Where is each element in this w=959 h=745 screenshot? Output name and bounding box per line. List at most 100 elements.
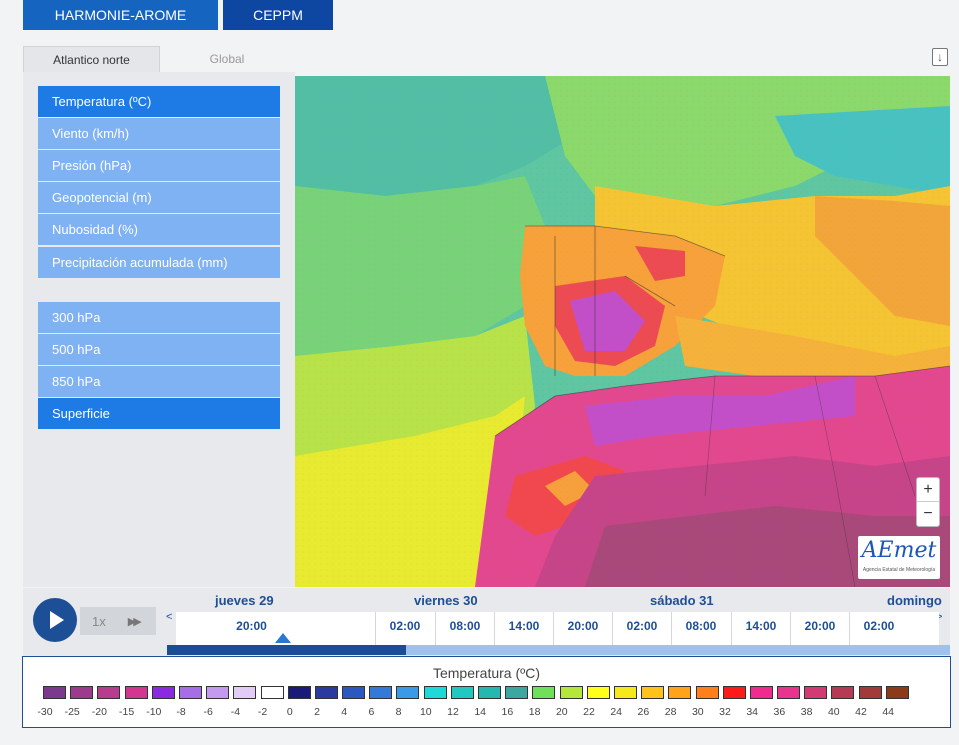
legend-swatch	[885, 686, 909, 699]
legend-label: 6	[368, 706, 375, 718]
legend-label: 28	[664, 706, 677, 718]
legend-label: 32	[719, 706, 731, 718]
legend-label: 0	[286, 706, 293, 718]
speed-label: 1x	[92, 613, 106, 629]
logo-subtitle: Agencia Estatal de Meteorología	[862, 567, 936, 573]
progress-fill	[167, 645, 406, 655]
legend-swatch	[749, 686, 773, 699]
legend-label: -10	[146, 706, 162, 718]
tab-global[interactable]: Global	[162, 46, 292, 72]
current-time-marker[interactable]	[275, 633, 291, 643]
model-button-harmonie-arome[interactable]: HARMONIE-AROME	[23, 0, 218, 30]
legend-swatch	[43, 686, 66, 699]
tab-atlantico-norte[interactable]: Atlantico norte	[23, 46, 160, 72]
time-tick[interactable]: 08:00	[671, 612, 730, 645]
legend-label: -20	[91, 706, 107, 718]
day-label: domingo	[887, 593, 942, 608]
legend-swatch	[206, 686, 230, 699]
legend-label: 40	[827, 706, 840, 718]
legend-swatch	[151, 686, 175, 699]
variable-item[interactable]: Presión (hPa)	[38, 150, 280, 181]
legend-label: 2	[314, 706, 320, 718]
legend-swatch	[532, 686, 556, 699]
variable-item[interactable]: Precipitación acumulada (mm)	[38, 247, 280, 278]
variable-item[interactable]: Nubosidad (%)	[38, 214, 280, 245]
variable-item[interactable]: Temperatura (ºC)	[38, 86, 280, 117]
time-tick[interactable]: 08:00	[435, 612, 494, 645]
legend-label: -6	[203, 706, 213, 718]
legend-swatch	[668, 686, 692, 699]
legend-swatch	[178, 686, 202, 699]
legend-label: 30	[691, 706, 704, 718]
speed-control[interactable]: 1x ▶▶	[80, 607, 156, 635]
legend-swatch	[369, 686, 393, 699]
time-tick[interactable]: 02:00	[375, 612, 434, 645]
level-item[interactable]: 300 hPa	[38, 302, 280, 333]
timeline-prev-icon[interactable]: <	[166, 611, 172, 623]
zoom-out-button[interactable]: −	[917, 502, 939, 526]
variable-panel: Temperatura (ºC) Viento (km/h) Presión (hP…	[23, 72, 295, 587]
level-item[interactable]: 850 hPa	[38, 366, 280, 397]
legend-swatch	[342, 686, 366, 699]
legend-swatches	[43, 686, 913, 700]
legend-swatch	[559, 686, 583, 699]
legend-swatch	[804, 686, 828, 699]
legend-label: 10	[419, 706, 432, 718]
weather-map[interactable]	[295, 76, 950, 587]
legend-swatch	[233, 686, 257, 699]
time-tick[interactable]: 02:00	[849, 612, 908, 645]
legend-label: -2	[257, 706, 268, 718]
model-button-ceppm[interactable]: CEPPM	[223, 0, 333, 30]
legend-label: 18	[528, 706, 541, 718]
download-icon[interactable]: ↓	[932, 48, 948, 66]
time-tick[interactable]: 14:00	[494, 612, 553, 645]
legend-label: 12	[447, 706, 459, 718]
time-tick[interactable]: 02:00	[612, 612, 671, 645]
time-tick[interactable]: 20:00	[553, 612, 612, 645]
fast-forward-icon[interactable]: ▶▶	[128, 615, 142, 628]
legend-swatch	[641, 686, 665, 699]
legend-swatch	[777, 686, 801, 699]
day-label: sábado 31	[650, 593, 714, 608]
legend-swatch	[287, 686, 311, 699]
variable-item[interactable]: Geopotencial (m)	[38, 182, 280, 213]
legend-label: 38	[800, 706, 813, 718]
legend-label: 34	[746, 706, 759, 718]
legend-swatch	[450, 686, 474, 699]
legend-swatch	[695, 686, 719, 699]
day-label: viernes 30	[414, 593, 478, 608]
legend-label: 16	[501, 706, 514, 718]
legend-swatch	[505, 686, 529, 699]
legend-title: Temperatura (ºC)	[432, 665, 541, 681]
legend-label: 14	[474, 706, 487, 718]
progress-track[interactable]	[167, 645, 950, 655]
legend-swatch	[586, 686, 610, 699]
legend-label: 36	[773, 706, 786, 718]
legend-swatch	[722, 686, 746, 699]
time-tick[interactable]: 14:00	[731, 612, 790, 645]
legend-label: -25	[64, 706, 80, 718]
time-tick[interactable]: 20:00	[790, 612, 849, 645]
legend-label: -4	[230, 706, 241, 718]
legend-label: 24	[610, 706, 623, 718]
level-item[interactable]: Superficie	[38, 398, 280, 429]
legend-swatch	[858, 686, 882, 699]
legend-label: -30	[37, 706, 53, 718]
logo-text: AEmet	[861, 538, 937, 563]
play-button[interactable]	[33, 598, 77, 642]
zoom-control: + −	[916, 477, 940, 527]
time-tick[interactable]: 20:00	[222, 612, 281, 645]
legend-swatch	[423, 686, 447, 699]
variable-item[interactable]: Viento (km/h)	[38, 118, 280, 149]
legend-swatch	[613, 686, 637, 699]
aemet-logo: AEmet Agencia Estatal de Meteorología	[858, 536, 940, 579]
legend-swatch	[260, 686, 284, 699]
legend-swatch	[70, 686, 94, 699]
level-item[interactable]: 500 hPa	[38, 334, 280, 365]
legend-label: 44	[882, 706, 895, 718]
legend-label: 8	[395, 706, 402, 718]
zoom-in-button[interactable]: +	[917, 478, 939, 502]
day-label: jueves 29	[215, 593, 274, 608]
legend-swatch	[124, 686, 148, 699]
legend-swatch	[396, 686, 420, 699]
